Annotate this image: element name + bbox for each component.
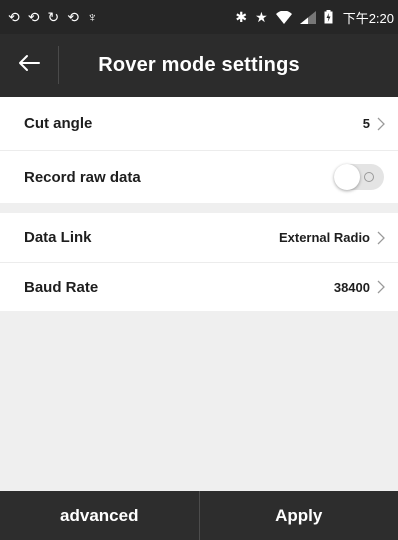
sync-icon: ⟲ xyxy=(67,9,79,25)
chevron-right-icon xyxy=(377,280,385,294)
cut-angle-value: 5 xyxy=(362,116,370,131)
status-time: 下午2:20 xyxy=(342,10,394,26)
sync-icon: ⟲ xyxy=(27,9,40,25)
status-left-icons: ⟲ ⟲ ↻ ⟲ ♆ xyxy=(8,10,97,24)
data-link-value: External Radio xyxy=(278,230,370,245)
bluetooth-icon: ✱ xyxy=(235,9,248,25)
bottom-action-bar: advanced Apply xyxy=(0,491,398,540)
advanced-button[interactable]: advanced xyxy=(0,491,199,540)
apply-button[interactable]: Apply xyxy=(200,491,398,540)
cut-angle-row[interactable]: Cut angle 5 xyxy=(0,97,398,150)
signal-icon xyxy=(299,10,316,24)
title-divider xyxy=(58,46,59,84)
title-bar: Rover mode settings xyxy=(0,34,398,97)
status-bar: ⟲ ⟲ ↻ ⟲ ♆ ✱ ★ 下午2:20 xyxy=(0,0,398,34)
baud-rate-label: Baud Rate xyxy=(24,278,99,296)
star-icon: ★ xyxy=(255,9,268,25)
wifi-icon xyxy=(275,10,292,24)
data-link-label: Data Link xyxy=(24,229,92,246)
usb-icon: ♆ xyxy=(86,9,98,25)
chevron-right-icon xyxy=(377,117,385,130)
page-title: Rover mode settings xyxy=(98,54,300,76)
back-button[interactable] xyxy=(0,34,58,97)
cut-angle-label: Cut angle xyxy=(24,115,93,132)
status-right-icons: ✱ ★ 下午2:20 xyxy=(235,8,394,27)
settings-group-receiver: Cut angle 5 Record raw data xyxy=(0,97,398,203)
record-raw-data-toggle[interactable] xyxy=(334,164,384,190)
record-raw-data-row: Record raw data xyxy=(0,150,398,203)
data-link-row[interactable]: Data Link External Radio xyxy=(0,213,398,262)
toggle-off-indicator xyxy=(364,172,374,182)
baud-rate-value: 38400 xyxy=(333,279,370,295)
arrow-left-icon xyxy=(18,54,40,77)
rover-settings-screen: ⟲ ⟲ ↻ ⟲ ♆ ✱ ★ 下午2:20 Rover mode settings… xyxy=(0,0,398,540)
battery-icon xyxy=(324,10,333,24)
baud-rate-row[interactable]: Baud Rate 38400 xyxy=(0,262,398,311)
record-raw-data-label: Record raw data xyxy=(24,168,141,186)
chevron-right-icon xyxy=(377,231,385,244)
refresh-icon: ↻ xyxy=(47,9,60,25)
settings-group-link: Data Link External Radio Baud Rate 38400 xyxy=(0,213,398,311)
sync-icon: ⟲ xyxy=(8,9,20,25)
toggle-knob xyxy=(334,164,360,190)
